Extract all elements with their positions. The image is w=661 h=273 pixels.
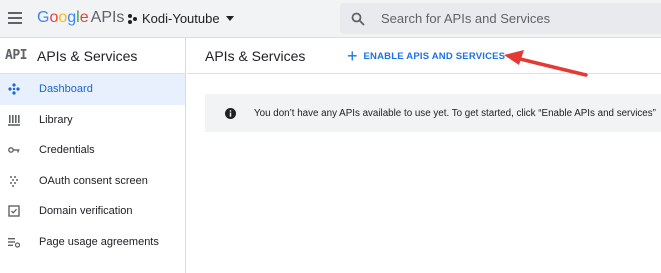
project-selector[interactable]: Kodi-Youtube: [127, 11, 234, 26]
key-icon: [8, 144, 20, 156]
sidebar-item-label: Domain verification: [39, 205, 133, 218]
enable-apis-label: ENABLE APIS AND SERVICES: [363, 50, 506, 62]
sidebar-item-credentials[interactable]: Credentials: [0, 135, 185, 166]
info-icon: [225, 107, 236, 119]
logo-letter: e: [79, 9, 89, 26]
sidebar-item-oauth-consent[interactable]: OAuth consent screen: [0, 166, 185, 197]
dashboard-icon: [8, 83, 20, 95]
annotation-arrow-icon: [504, 50, 588, 77]
sidebar-item-library[interactable]: Library: [0, 105, 185, 136]
logo-letter: G: [37, 9, 50, 26]
project-icon: [128, 13, 137, 24]
search-input[interactable]: Search for APIs and Services: [340, 3, 661, 34]
sidebar-item-domain-verification[interactable]: Domain verification: [0, 196, 185, 227]
banner-message: You don’t have any APIs available to use…: [254, 107, 656, 119]
sidebar-item-label: Library: [39, 113, 73, 126]
sidebar-item-label: Page usage agreements: [39, 235, 159, 248]
info-banner: You don’t have any APIs available to use…: [205, 94, 661, 132]
search-icon: [351, 12, 365, 26]
chevron-down-icon: [225, 16, 234, 21]
consent-icon: [8, 175, 20, 187]
sidebar-title: APIs & Services: [36, 47, 138, 64]
logo-letter: o: [58, 9, 68, 26]
sidebar-header: API APIs & Services: [0, 38, 185, 74]
page-title: APIs & Services: [205, 47, 306, 64]
sidebar-item-label: OAuth consent screen: [39, 174, 148, 187]
api-logo-icon: API: [5, 48, 27, 63]
checkbox-icon: [8, 205, 20, 217]
project-name: Kodi-Youtube: [142, 11, 220, 26]
enable-apis-button[interactable]: + ENABLE APIS AND SERVICES: [347, 46, 506, 66]
plus-icon: +: [347, 46, 358, 66]
google-apis-logo[interactable]: Google APIs: [37, 9, 124, 27]
logo-letter: g: [67, 9, 77, 26]
settings-list-icon: [8, 236, 20, 248]
sidebar-item-label: Credentials: [39, 144, 95, 157]
library-icon: [8, 114, 20, 126]
sidebar-item-dashboard[interactable]: Dashboard: [0, 74, 185, 105]
sidebar: API APIs & Services Dashboard Library Cr…: [0, 38, 186, 273]
sidebar-item-label: Dashboard: [39, 83, 93, 96]
hamburger-menu-icon[interactable]: [8, 12, 22, 24]
search-placeholder: Search for APIs and Services: [381, 11, 551, 26]
sidebar-item-page-usage-agreements[interactable]: Page usage agreements: [0, 227, 185, 258]
logo-suffix: APIs: [90, 9, 125, 26]
top-bar: Google APIs Kodi-Youtube Search for APIs …: [0, 0, 661, 38]
